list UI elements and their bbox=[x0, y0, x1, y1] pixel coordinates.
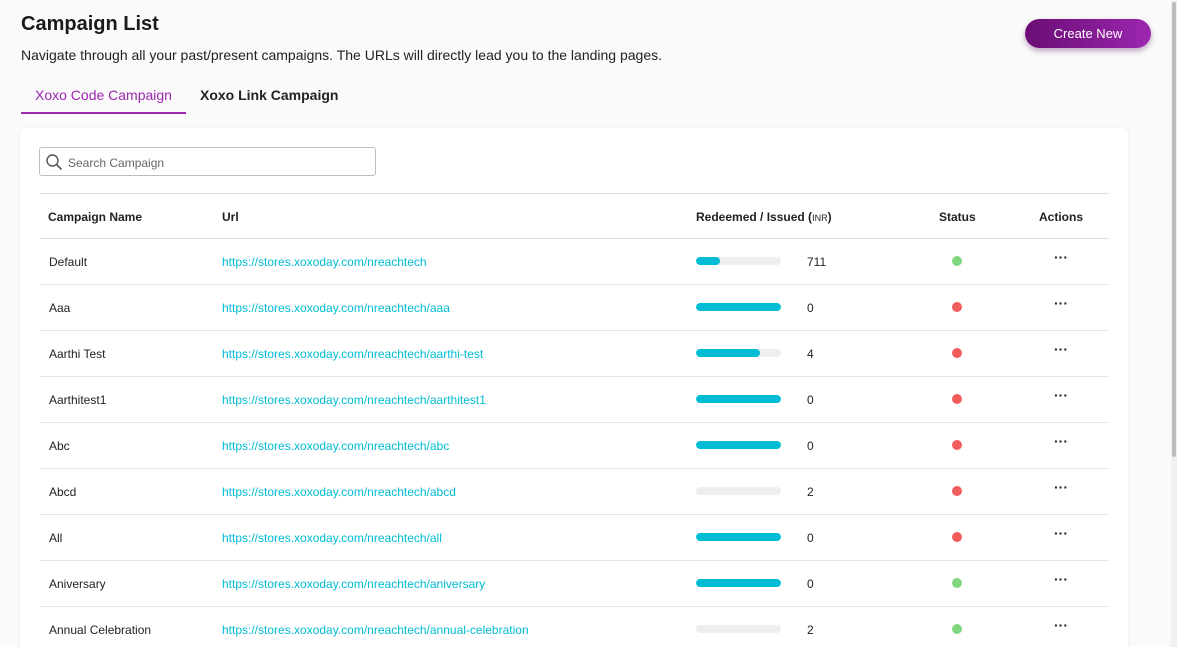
issued-count: 2 bbox=[807, 485, 814, 499]
table-header: Campaign Name Url Redeemed / Issued (INR… bbox=[40, 193, 1109, 239]
redeemed-progress-fill bbox=[696, 257, 720, 265]
campaign-name: Aaa bbox=[49, 301, 71, 315]
campaign-url-link[interactable]: https://stores.xoxoday.com/nreachtech/ab… bbox=[222, 485, 456, 499]
redeemed-progress-fill bbox=[696, 349, 760, 357]
campaign-tabs: Xoxo Code Campaign Xoxo Link Campaign bbox=[21, 80, 352, 114]
table-row: Aaa https://stores.xoxoday.com/nreachtech… bbox=[40, 285, 1109, 331]
campaign-name: Annual Celebration bbox=[49, 623, 152, 637]
redeemed-progress-fill bbox=[696, 441, 781, 449]
column-header-status: Status bbox=[939, 210, 976, 224]
redeemed-progress-fill bbox=[696, 579, 781, 587]
table-row: Aarthitest1 https://stores.xoxoday.com/nr… bbox=[40, 377, 1109, 423]
more-actions-icon[interactable]: ··· bbox=[1051, 296, 1071, 316]
scrollbar-thumb[interactable] bbox=[1172, 2, 1176, 457]
more-actions-icon[interactable]: ··· bbox=[1051, 434, 1071, 454]
campaign-name: Aarthi Test bbox=[49, 347, 106, 361]
table-row: Default https://stores.xoxoday.com/nreach… bbox=[40, 239, 1109, 285]
more-actions-icon[interactable]: ··· bbox=[1051, 618, 1071, 638]
more-actions-icon[interactable]: ··· bbox=[1051, 572, 1071, 592]
campaign-table: Campaign Name Url Redeemed / Issued (INR… bbox=[40, 193, 1109, 647]
table-row: Abcd https://stores.xoxoday.com/nreachtec… bbox=[40, 469, 1109, 515]
status-dot-icon bbox=[952, 624, 962, 634]
campaign-name: Abc bbox=[49, 439, 70, 453]
more-actions-icon[interactable]: ··· bbox=[1051, 250, 1071, 270]
campaign-url-link[interactable]: https://stores.xoxoday.com/nreachtech/ab… bbox=[222, 439, 449, 453]
campaign-name: Abcd bbox=[49, 485, 77, 499]
redeemed-progress-bar bbox=[696, 579, 781, 587]
campaign-url-link[interactable]: https://stores.xoxoday.com/nreachtech/aa… bbox=[222, 347, 483, 361]
campaign-name: Aniversary bbox=[49, 577, 106, 591]
redeemed-progress-bar bbox=[696, 441, 781, 449]
issued-count: 0 bbox=[807, 439, 814, 453]
search-input[interactable] bbox=[66, 151, 370, 174]
status-dot-icon bbox=[952, 578, 962, 588]
issued-count: 0 bbox=[807, 531, 814, 545]
status-dot-icon bbox=[952, 440, 962, 450]
redeemed-progress-fill bbox=[696, 395, 781, 403]
table-row: Annual Celebration https://stores.xoxoday… bbox=[40, 607, 1109, 647]
campaign-url-link[interactable]: https://stores.xoxoday.com/nreachtech/an… bbox=[222, 577, 485, 591]
campaign-url-link[interactable]: https://stores.xoxoday.com/nreachtech/al… bbox=[222, 531, 442, 545]
campaign-name: Default bbox=[49, 255, 88, 269]
column-header-redeemed-issued: Redeemed / Issued (INR) bbox=[696, 210, 832, 224]
page-scrollbar[interactable] bbox=[1171, 0, 1177, 647]
redeemed-progress-bar bbox=[696, 303, 781, 311]
table-row: Abc https://stores.xoxoday.com/nreachtech… bbox=[40, 423, 1109, 469]
campaign-name: Aarthitest1 bbox=[49, 393, 107, 407]
table-body: Default https://stores.xoxoday.com/nreach… bbox=[40, 239, 1109, 647]
campaign-url-link[interactable]: https://stores.xoxoday.com/nreachtech bbox=[222, 255, 427, 269]
table-row: Aniversary https://stores.xoxoday.com/nre… bbox=[40, 561, 1109, 607]
issued-count: 2 bbox=[807, 623, 814, 637]
status-dot-icon bbox=[952, 256, 962, 266]
redeemed-progress-fill bbox=[696, 303, 781, 311]
column-header-url: Url bbox=[222, 210, 239, 224]
redeemed-progress-bar bbox=[696, 395, 781, 403]
issued-count: 0 bbox=[807, 301, 814, 315]
status-dot-icon bbox=[952, 302, 962, 312]
campaign-table-card: Campaign Name Url Redeemed / Issued (INR… bbox=[20, 128, 1128, 647]
issued-count: 711 bbox=[807, 255, 827, 269]
currency-label: INR bbox=[812, 213, 828, 223]
tab-xoxo-link-campaign[interactable]: Xoxo Link Campaign bbox=[186, 80, 352, 112]
table-row: All https://stores.xoxoday.com/nreachtech… bbox=[40, 515, 1109, 561]
more-actions-icon[interactable]: ··· bbox=[1051, 342, 1071, 362]
more-actions-icon[interactable]: ··· bbox=[1051, 526, 1071, 546]
campaign-url-link[interactable]: https://stores.xoxoday.com/nreachtech/an… bbox=[222, 623, 529, 637]
redeemed-progress-fill bbox=[696, 533, 781, 541]
campaign-name: All bbox=[49, 531, 63, 545]
page-title: Campaign List bbox=[21, 13, 159, 35]
tab-xoxo-code-campaign[interactable]: Xoxo Code Campaign bbox=[21, 80, 186, 114]
more-actions-icon[interactable]: ··· bbox=[1051, 388, 1071, 408]
status-dot-icon bbox=[952, 486, 962, 496]
column-header-actions: Actions bbox=[1039, 210, 1084, 224]
redeemed-progress-bar bbox=[696, 349, 781, 357]
status-dot-icon bbox=[952, 532, 962, 542]
redeemed-issued-label: Redeemed / Issued bbox=[696, 210, 805, 224]
table-row: Aarthi Test https://stores.xoxoday.com/nr… bbox=[40, 331, 1109, 377]
column-header-campaign-name: Campaign Name bbox=[48, 210, 143, 224]
page-subtitle: Navigate through all your past/present c… bbox=[21, 47, 662, 63]
search-icon bbox=[46, 154, 62, 170]
campaign-url-link[interactable]: https://stores.xoxoday.com/nreachtech/aa… bbox=[222, 393, 486, 407]
campaign-url-link[interactable]: https://stores.xoxoday.com/nreachtech/aa… bbox=[222, 301, 450, 315]
redeemed-progress-bar bbox=[696, 257, 781, 265]
create-new-button[interactable]: Create New bbox=[1025, 19, 1151, 48]
redeemed-progress-bar bbox=[696, 533, 781, 541]
issued-count: 0 bbox=[807, 393, 814, 407]
redeemed-progress-bar bbox=[696, 625, 781, 633]
status-dot-icon bbox=[952, 348, 962, 358]
issued-count: 0 bbox=[807, 577, 814, 591]
redeemed-progress-bar bbox=[696, 487, 781, 495]
status-dot-icon bbox=[952, 394, 962, 404]
issued-count: 4 bbox=[807, 347, 814, 361]
search-box bbox=[39, 147, 376, 176]
more-actions-icon[interactable]: ··· bbox=[1051, 480, 1071, 500]
campaign-list-page: Campaign List Navigate through all your … bbox=[0, 0, 1177, 647]
